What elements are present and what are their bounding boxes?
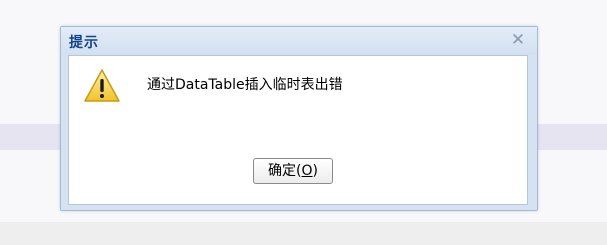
message-dialog: 提示 ✕ 通过DataTable插入临时表出错 确定(O) — [60, 26, 538, 211]
dialog-titlebar[interactable]: 提示 ✕ — [61, 27, 537, 55]
close-icon[interactable]: ✕ — [509, 30, 527, 50]
ok-button-label-end: ) — [312, 163, 318, 179]
background-bottom — [0, 222, 607, 245]
warning-icon — [84, 69, 120, 102]
ok-button[interactable]: 确定(O) — [253, 158, 333, 184]
dialog-title: 提示 — [69, 35, 99, 51]
ok-button-label: 确定( — [268, 163, 302, 179]
dialog-message: 通过DataTable插入临时表出错 — [147, 77, 343, 93]
dialog-body: 通过DataTable插入临时表出错 确定(O) — [68, 55, 528, 205]
ok-button-accelerator: O — [301, 163, 313, 179]
